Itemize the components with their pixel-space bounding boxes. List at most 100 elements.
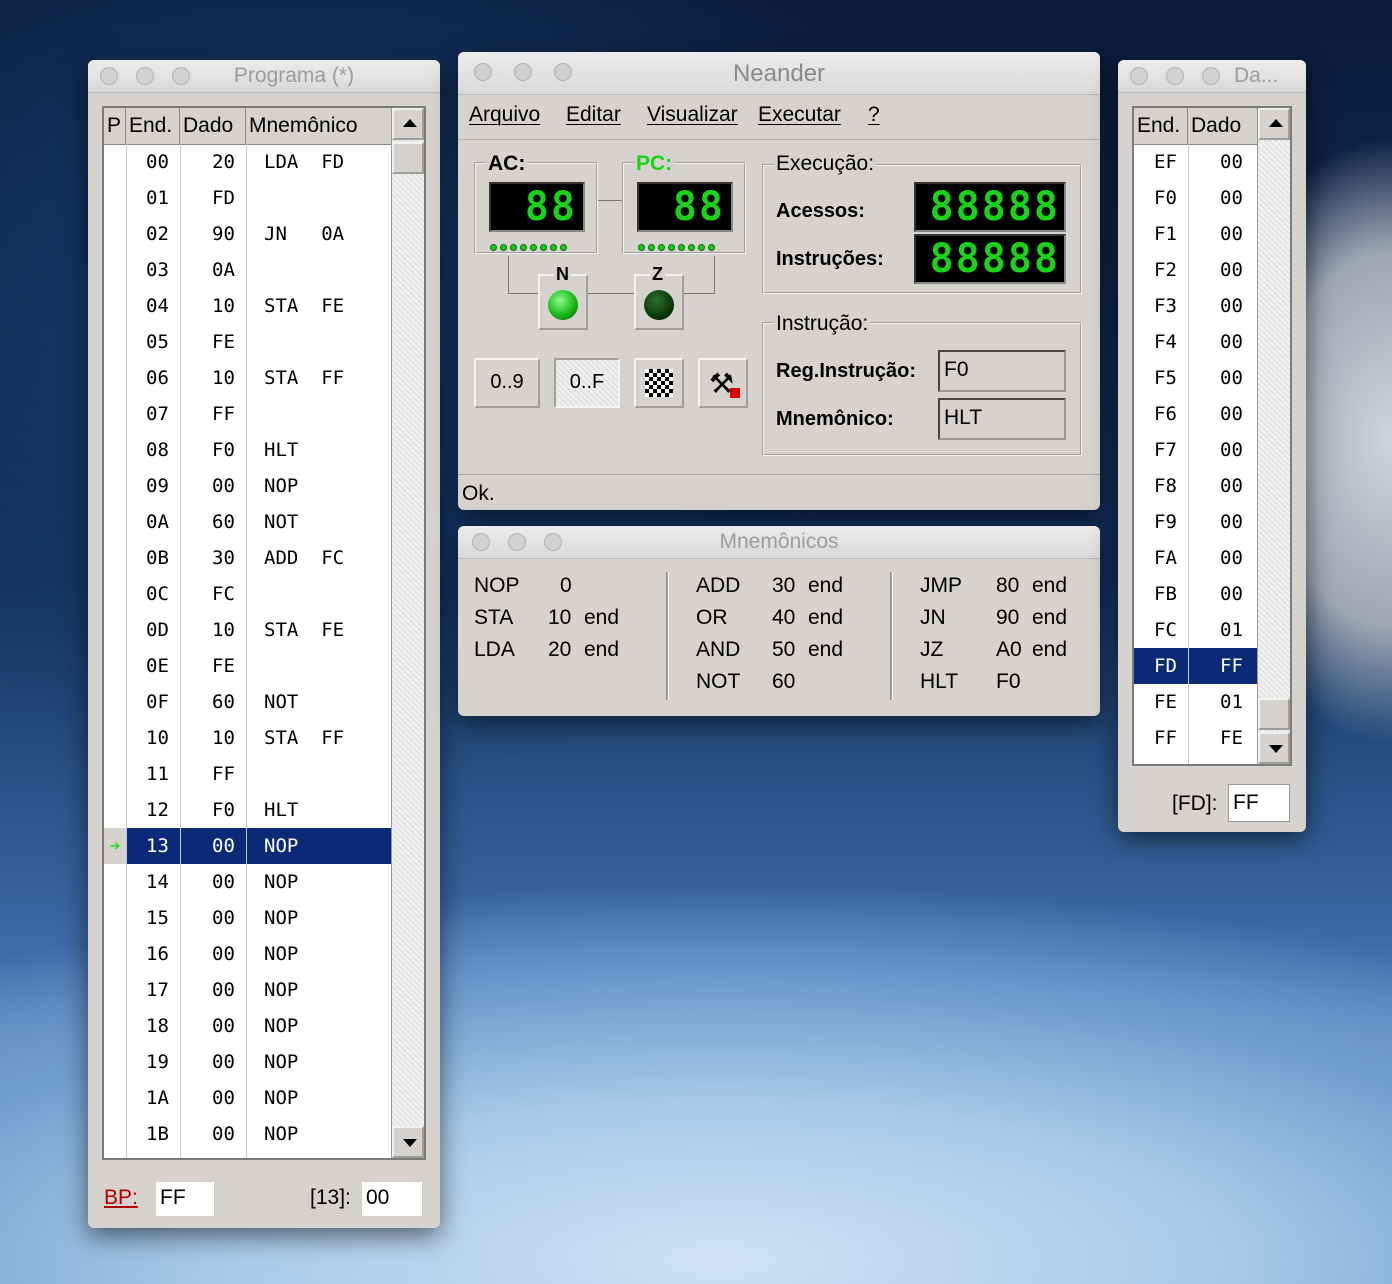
row-address: FA bbox=[1154, 547, 1177, 569]
menu-editar[interactable]: Editar bbox=[566, 103, 621, 127]
scroll-down-button[interactable] bbox=[392, 1126, 424, 1158]
row-data: 00 bbox=[212, 1015, 235, 1037]
program-row[interactable]: 08 F0 HLT bbox=[104, 432, 392, 468]
col-header-end[interactable]: End. bbox=[1134, 108, 1188, 144]
scroll-down-button[interactable] bbox=[1258, 732, 1290, 764]
col-header-dado[interactable]: Dado bbox=[180, 108, 246, 144]
program-row[interactable]: 0C FC bbox=[104, 576, 392, 612]
data-row[interactable]: FB 00 bbox=[1134, 576, 1258, 612]
mnemonic-opcode: 60 bbox=[772, 670, 796, 693]
mnemonico-field[interactable]: HLT bbox=[938, 398, 1066, 440]
program-row[interactable]: 02 90 JN 0A bbox=[104, 216, 392, 252]
bp-field[interactable]: FF bbox=[156, 1182, 214, 1216]
scroll-thumb[interactable] bbox=[392, 142, 424, 174]
mnemonic-name: JZ bbox=[920, 638, 944, 661]
data-row[interactable]: F7 00 bbox=[1134, 432, 1258, 468]
program-row[interactable]: 0A 60 NOT bbox=[104, 504, 392, 540]
decimal-button[interactable]: 0..9 bbox=[474, 358, 540, 408]
program-row[interactable]: 06 10 STA FF bbox=[104, 360, 392, 396]
data-scrollbar[interactable] bbox=[1257, 108, 1290, 764]
data-row[interactable]: F0 00 bbox=[1134, 180, 1258, 216]
program-row[interactable]: 16 00 NOP bbox=[104, 936, 392, 972]
program-row[interactable]: 01 FD bbox=[104, 180, 392, 216]
random-memory-button[interactable] bbox=[634, 358, 684, 408]
programa-titlebar[interactable]: Programa (*) bbox=[88, 60, 440, 93]
program-row[interactable]: 04 10 STA FE bbox=[104, 288, 392, 324]
col-header-end[interactable]: End. bbox=[126, 108, 180, 144]
data-row[interactable]: F9 00 bbox=[1134, 504, 1258, 540]
program-row[interactable]: 15 00 NOP bbox=[104, 900, 392, 936]
col-header-p[interactable]: P bbox=[104, 108, 126, 144]
program-row[interactable]: 1A 00 NOP bbox=[104, 1080, 392, 1116]
neander-titlebar[interactable]: Neander bbox=[458, 52, 1100, 95]
program-row[interactable]: 10 10 STA FF bbox=[104, 720, 392, 756]
program-row[interactable]: 0E FE bbox=[104, 648, 392, 684]
row-mnemonic: NOP bbox=[264, 871, 299, 893]
data-row[interactable]: EF 00 bbox=[1134, 144, 1258, 180]
zoom-button[interactable] bbox=[1202, 67, 1220, 85]
program-row[interactable]: 00 20 LDA FD bbox=[104, 144, 392, 180]
grid-header: P End. Dado Mnemônico bbox=[104, 108, 392, 145]
data-row[interactable]: FF FE bbox=[1134, 720, 1258, 756]
row-data: 0A bbox=[212, 259, 235, 281]
menu-visualizar[interactable]: Visualizar bbox=[647, 103, 738, 127]
data-row[interactable]: F8 00 bbox=[1134, 468, 1258, 504]
data-address-field[interactable]: FF bbox=[1228, 784, 1290, 822]
hex-button[interactable]: 0..F bbox=[554, 358, 620, 408]
row-data: 30 bbox=[212, 547, 235, 569]
row-address: 0F bbox=[146, 691, 169, 713]
program-row[interactable]: 03 0A bbox=[104, 252, 392, 288]
scroll-thumb[interactable] bbox=[1258, 698, 1290, 730]
close-button[interactable] bbox=[1130, 67, 1148, 85]
tools-button[interactable]: ⚒ bbox=[698, 358, 748, 408]
window-title: Mnemônicos bbox=[719, 530, 839, 553]
menu-help[interactable]: ? bbox=[868, 103, 880, 127]
data-row[interactable]: FC 01 bbox=[1134, 612, 1258, 648]
menu-arquivo[interactable]: Arquivo bbox=[469, 103, 540, 127]
window-title: Programa (*) bbox=[233, 64, 355, 87]
program-row[interactable]: 18 00 NOP bbox=[104, 1008, 392, 1044]
data-grid[interactable]: End. Dado EF 00 F0 00 F1 00 F2 00 F3 00 F4 00 F5 00 F6… bbox=[1132, 106, 1292, 766]
data-row[interactable]: F6 00 bbox=[1134, 396, 1258, 432]
program-row[interactable]: 05 FE bbox=[104, 324, 392, 360]
minimize-button[interactable] bbox=[1166, 67, 1184, 85]
program-row[interactable]: 19 00 NOP bbox=[104, 1044, 392, 1080]
program-row[interactable]: 1B 00 NOP bbox=[104, 1116, 392, 1152]
data-row[interactable]: FA 00 bbox=[1134, 540, 1258, 576]
col-header-mnemonico[interactable]: Mnemônico bbox=[246, 108, 392, 144]
mnemonic-name: ADD bbox=[696, 574, 741, 597]
data-row[interactable]: FE 01 bbox=[1134, 684, 1258, 720]
program-row[interactable]: 14 00 NOP bbox=[104, 864, 392, 900]
data-row[interactable]: FD FF bbox=[1134, 648, 1258, 684]
row-address: 19 bbox=[146, 1051, 169, 1073]
program-row[interactable]: 17 00 NOP bbox=[104, 972, 392, 1008]
scroll-up-button[interactable] bbox=[1258, 108, 1290, 140]
col-header-dado[interactable]: Dado bbox=[1188, 108, 1258, 144]
data-row[interactable]: F5 00 bbox=[1134, 360, 1258, 396]
current-address-field[interactable]: 00 bbox=[362, 1182, 422, 1216]
flag-z-led bbox=[644, 290, 674, 320]
menu-executar[interactable]: Executar bbox=[758, 103, 841, 127]
dados-titlebar[interactable]: Da... bbox=[1118, 60, 1306, 93]
mnemonicos-titlebar[interactable]: Mnemônicos bbox=[458, 526, 1100, 559]
row-mnemonic: LDA FD bbox=[264, 151, 345, 173]
program-row[interactable]: 0D 10 STA FE bbox=[104, 612, 392, 648]
data-row[interactable]: F1 00 bbox=[1134, 216, 1258, 252]
data-row[interactable]: F2 00 bbox=[1134, 252, 1258, 288]
reg-instrucao-field[interactable]: F0 bbox=[938, 350, 1066, 392]
program-row[interactable]: 12 F0 HLT bbox=[104, 792, 392, 828]
mnemonic-name: HLT bbox=[920, 670, 959, 693]
program-row[interactable]: 07 FF bbox=[104, 396, 392, 432]
data-row[interactable]: F3 00 bbox=[1134, 288, 1258, 324]
program-row[interactable]: 0F 60 NOT bbox=[104, 684, 392, 720]
row-data: 00 bbox=[212, 979, 235, 1001]
program-row[interactable]: 09 00 NOP bbox=[104, 468, 392, 504]
mnemonico-label: Mnemônico: bbox=[776, 408, 894, 430]
program-scrollbar[interactable] bbox=[391, 108, 424, 1158]
program-row[interactable]: ➔ 13 00 NOP bbox=[104, 828, 392, 864]
program-grid[interactable]: P End. Dado Mnemônico 00 20 LDA FD 01 FD 02 90… bbox=[102, 106, 426, 1160]
program-row[interactable]: 0B 30 ADD FC bbox=[104, 540, 392, 576]
data-row[interactable]: F4 00 bbox=[1134, 324, 1258, 360]
program-row[interactable]: 11 FF bbox=[104, 756, 392, 792]
scroll-up-button[interactable] bbox=[392, 108, 424, 140]
